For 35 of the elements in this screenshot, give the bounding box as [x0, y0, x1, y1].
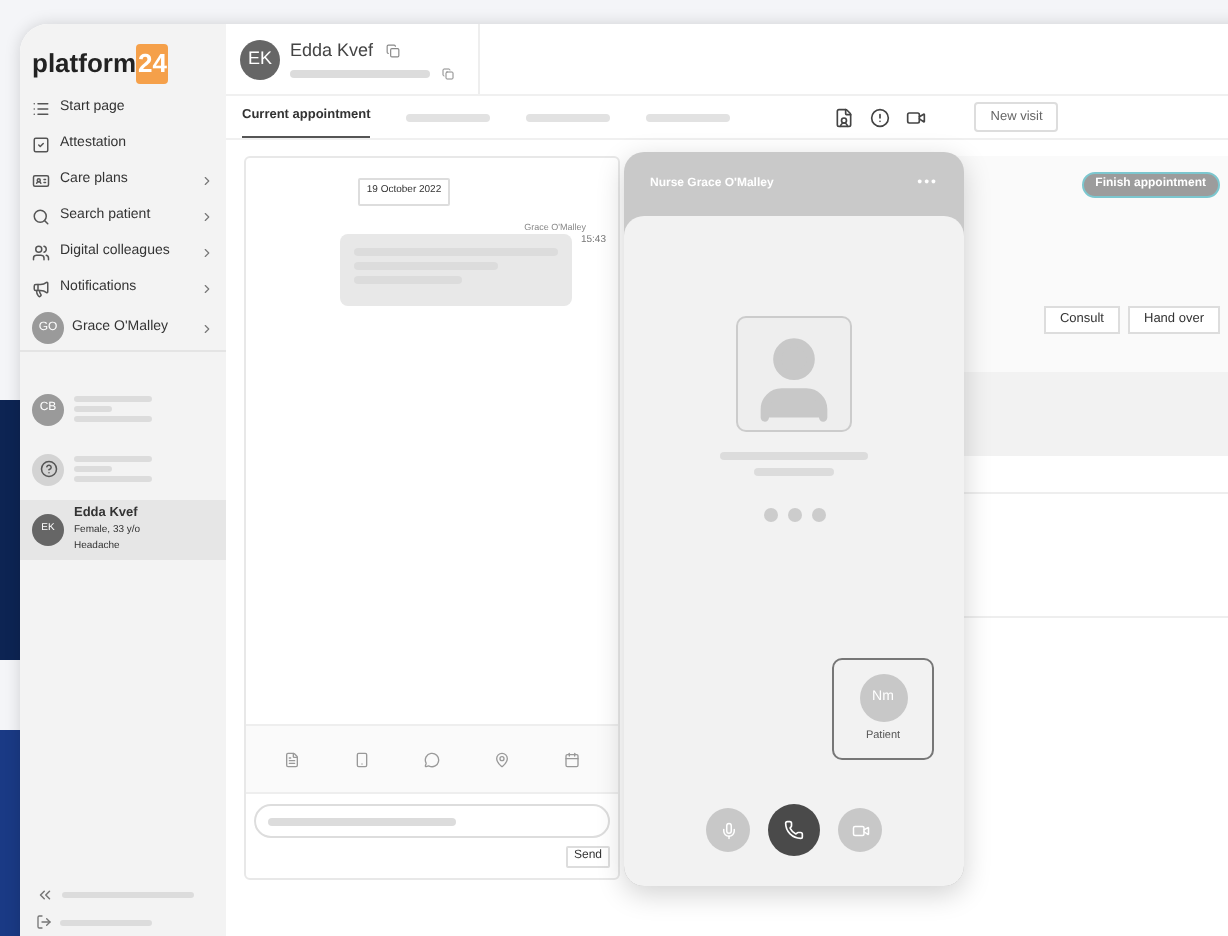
hang-up-button[interactable] [768, 804, 820, 856]
help-icon [39, 460, 57, 478]
brand-name: platform [32, 46, 136, 82]
microphone-button[interactable] [706, 808, 750, 852]
collapse-icon[interactable] [36, 885, 54, 903]
copy-icon[interactable] [442, 68, 454, 81]
copy-icon[interactable] [385, 44, 400, 58]
alert-icon[interactable] [870, 107, 891, 127]
camera-icon [851, 821, 869, 839]
video-icon[interactable] [906, 107, 927, 127]
chevron-icon [200, 321, 214, 335]
chevron-icon [200, 210, 214, 224]
logout-icon[interactable] [36, 914, 52, 930]
document-icon[interactable] [834, 107, 855, 127]
message-field[interactable] [254, 804, 610, 838]
brand-badge: 24 [136, 44, 169, 83]
nav-icon [32, 208, 50, 226]
loading-dots [763, 508, 825, 522]
chat-icon[interactable] [423, 751, 440, 767]
location-icon[interactable] [493, 751, 510, 767]
nav-icon [32, 172, 50, 190]
nav-icon [32, 244, 50, 262]
patient-avatar: EK [240, 39, 280, 79]
camera-button[interactable] [838, 808, 882, 852]
nav-icon [32, 280, 50, 298]
chevron-icon [200, 174, 214, 188]
chevron-icon [200, 246, 214, 260]
patient-name: Edda Kvef [290, 37, 374, 64]
calendar-icon[interactable] [563, 751, 580, 767]
phone-icon[interactable] [354, 751, 371, 767]
nav-icon [32, 100, 50, 118]
phone-icon [784, 820, 804, 840]
microphone-icon [719, 821, 737, 839]
nav-icon [32, 136, 50, 154]
chevron-icon [200, 282, 214, 296]
